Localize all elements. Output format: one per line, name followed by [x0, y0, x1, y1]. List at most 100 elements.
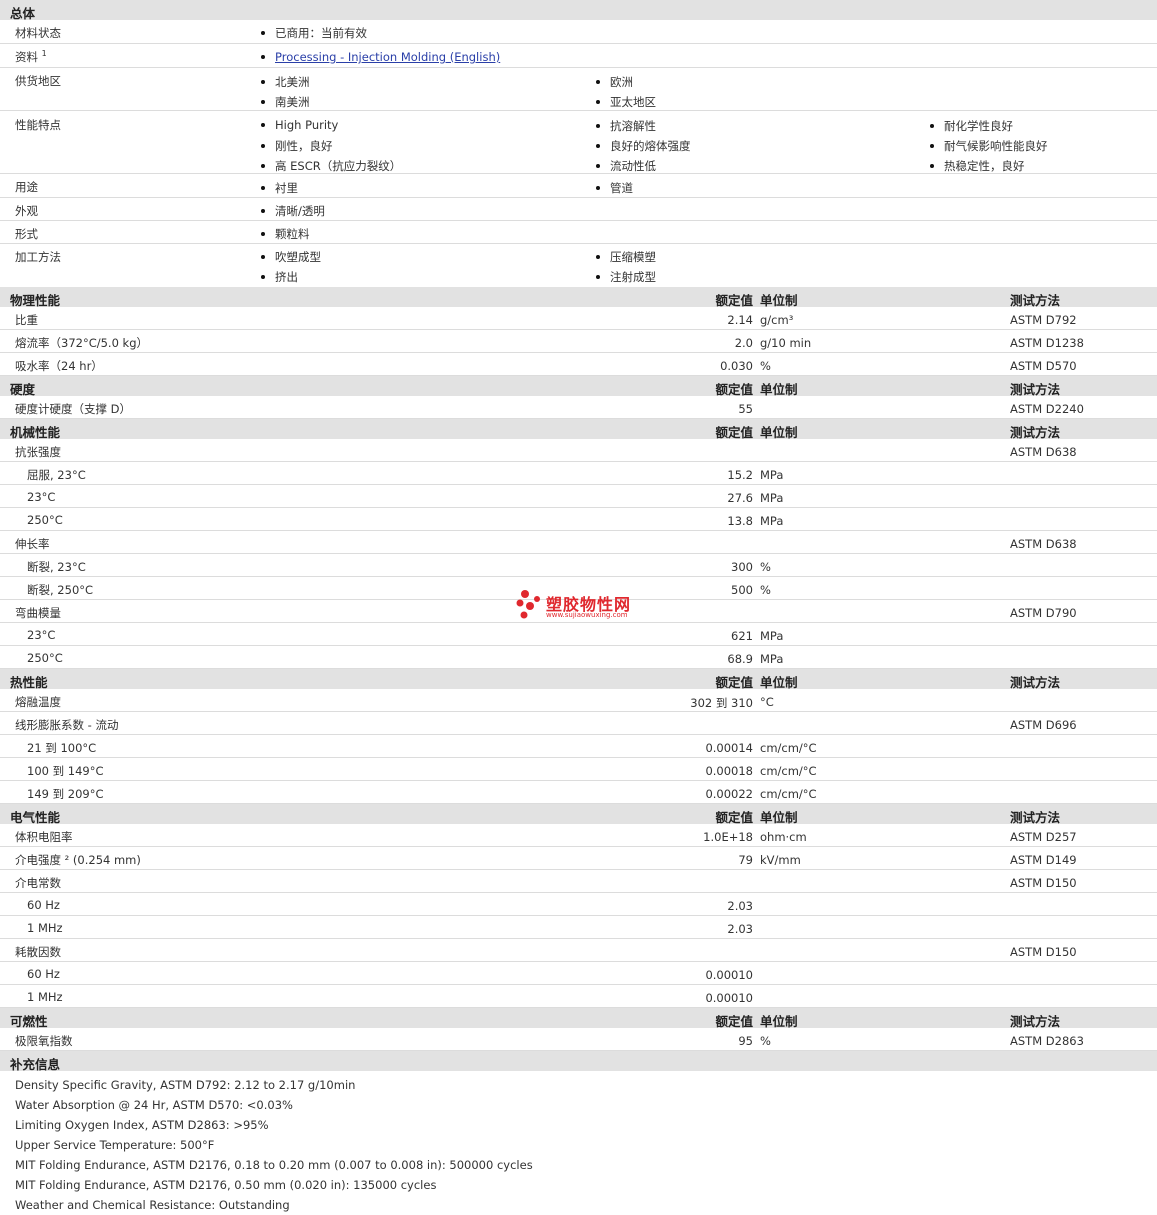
property-row: 熔融温度 302 到 310 °C — [0, 689, 1157, 712]
property-label: 149 到 209°C — [27, 787, 104, 801]
property-test-method: ASTM D150 — [1010, 876, 1077, 890]
property-value: 2.14 — [727, 313, 753, 327]
form-item: 颗粒料 — [261, 226, 310, 242]
property-label: 23°C — [27, 628, 56, 642]
feature-item: 高 ESCR（抗应力裂纹） — [261, 158, 401, 174]
property-test-method: ASTM D696 — [1010, 718, 1077, 732]
property-label: 屈服, 23°C — [27, 468, 86, 482]
property-value: 13.8 — [727, 514, 753, 528]
feature-item: High Purity — [261, 118, 338, 132]
region-item: 欧洲 — [596, 74, 633, 90]
section-physical: 物理性能 额定值 单位制 测试方法 — [0, 287, 1157, 308]
property-row: 1 MHz 2.03 — [0, 916, 1157, 939]
process-item: 注射成型 — [596, 269, 656, 285]
property-row: 耗散因数 ASTM D150 — [0, 939, 1157, 962]
property-row: 60 Hz 0.00010 — [0, 962, 1157, 985]
property-row: 23°C 621 MPa — [0, 623, 1157, 646]
region-label: 供货地区 — [15, 74, 61, 88]
property-test-method: ASTM D638 — [1010, 445, 1077, 459]
property-label: 250°C — [27, 513, 63, 527]
property-value: 302 到 310 — [690, 696, 753, 710]
property-label: 伸长率 — [15, 537, 50, 551]
property-value: 55 — [738, 402, 753, 416]
feature-item: 刚性，良好 — [261, 138, 333, 154]
property-label: 60 Hz — [27, 967, 60, 981]
property-test-method: ASTM D2240 — [1010, 402, 1084, 416]
section-hardness: 硬度 额定值 单位制 测试方法 — [0, 376, 1157, 397]
property-row: 体积电阻率 1.0E+18 ohm·cm ASTM D257 — [0, 824, 1157, 847]
property-row: 极限氧指数 95% ASTM D2863 — [0, 1028, 1157, 1051]
property-value: 2.03 — [727, 922, 753, 936]
row-status: 材料状态 已商用：当前有效 — [0, 20, 1157, 44]
property-value: 79 — [738, 853, 753, 867]
property-unit: cm/cm/°C — [760, 764, 817, 778]
uses-label: 用途 — [15, 180, 38, 194]
property-sections: 物理性能 额定值 单位制 测试方法 比重 2.14 g/cm³ ASTM D792 熔流率（37… — [0, 287, 1157, 1051]
use-item: 衬里 — [261, 180, 298, 196]
property-label: 100 到 149°C — [27, 764, 104, 778]
feature-item: 抗溶解性 — [596, 118, 656, 134]
process-item: 吹塑成型 — [261, 249, 321, 265]
row-docs: 资料 1 Processing - Injection Molding (Eng… — [0, 44, 1157, 68]
region-item: 南美洲 — [261, 94, 310, 110]
form-label: 形式 — [15, 227, 38, 241]
feature-item: 耐气候影响性能良好 — [930, 138, 1048, 154]
note-item: MIT Folding Endurance, ASTM D2176, 0.50 … — [15, 1178, 437, 1192]
property-label: 断裂, 23°C — [27, 560, 86, 574]
property-row: 吸水率（24 hr） 0.030% ASTM D570 — [0, 353, 1157, 376]
property-row: 1 MHz 0.00010 — [0, 985, 1157, 1008]
property-label: 1 MHz — [27, 990, 63, 1004]
property-row: 介电强度 ² (0.254 mm) 79 kV/mm ASTM D149 — [0, 847, 1157, 870]
processing-doc-link[interactable]: Processing - Injection Molding (English) — [275, 50, 500, 64]
property-value: 95 — [738, 1034, 753, 1048]
property-value: 0.030 — [720, 359, 753, 373]
property-label: 线形膨胀系数 - 流动 — [15, 718, 119, 732]
feature-item: 流动性低 — [596, 158, 656, 174]
process-item: 挤出 — [261, 269, 298, 285]
property-test-method: ASTM D257 — [1010, 830, 1077, 844]
section-title: 补充信息 — [10, 1057, 61, 1072]
property-unit: % — [760, 583, 771, 597]
property-value: 0.00022 — [705, 787, 753, 801]
property-value: 0.00010 — [705, 991, 753, 1005]
watermark: 塑胶物性网 www.sujiaowuxing.com — [516, 589, 646, 623]
property-label: 体积电阻率 — [15, 830, 73, 844]
note-item: Weather and Chemical Resistance: Outstan… — [15, 1198, 290, 1212]
property-unit: MPa — [760, 514, 784, 528]
section-mechanical: 机械性能 额定值 单位制 测试方法 — [0, 419, 1157, 440]
region-item: 亚太地区 — [596, 94, 656, 110]
property-value: 15.2 — [727, 468, 753, 482]
property-value: 621 — [731, 629, 753, 643]
property-test-method: ASTM D570 — [1010, 359, 1077, 373]
docs-item: Processing - Injection Molding (English) — [261, 50, 500, 64]
section-flammability: 可燃性 额定值 单位制 测试方法 — [0, 1008, 1157, 1029]
property-label: 抗张强度 — [15, 445, 61, 459]
property-row: 屈服, 23°C 15.2 MPa — [0, 462, 1157, 485]
property-label: 断裂, 250°C — [27, 583, 94, 597]
row-features: 性能特点 High Purity 抗溶解性 耐化学性良好 刚性，良好 良好的熔体… — [0, 111, 1157, 174]
property-label: 介电常数 — [15, 876, 61, 890]
docs-label: 资料 1 — [15, 49, 47, 64]
process-label: 加工方法 — [15, 250, 61, 264]
property-value: 2.03 — [727, 899, 753, 913]
property-label: 比重 — [15, 313, 38, 327]
appearance-item: 清晰/透明 — [261, 203, 325, 219]
datasheet: 总体 材料状态 已商用：当前有效 资料 1 Processing - Injec… — [0, 0, 1157, 1215]
feature-item: 良好的熔体强度 — [596, 138, 691, 154]
property-row: 抗张强度 ASTM D638 — [0, 439, 1157, 462]
property-test-method: ASTM D150 — [1010, 945, 1077, 959]
property-value: 0.00018 — [705, 764, 753, 778]
property-unit: % — [760, 1034, 771, 1048]
property-unit: MPa — [760, 629, 784, 643]
property-row: 比重 2.14 g/cm³ ASTM D792 — [0, 307, 1157, 330]
property-unit: % — [760, 359, 771, 373]
property-test-method: ASTM D792 — [1010, 313, 1077, 327]
watermark-logo-icon — [516, 590, 540, 619]
property-value: 0.00014 — [705, 741, 753, 755]
note-item: Upper Service Temperature: 500°F — [15, 1138, 215, 1152]
property-label: 介电强度 ² (0.254 mm) — [15, 853, 141, 867]
property-row: 硬度计硬度（支撑 D） 55 ASTM D2240 — [0, 396, 1157, 419]
property-row: 21 到 100°C 0.00014 cm/cm/°C — [0, 735, 1157, 758]
property-test-method: ASTM D638 — [1010, 537, 1077, 551]
property-row: 250°C 68.9 MPa — [0, 646, 1157, 669]
